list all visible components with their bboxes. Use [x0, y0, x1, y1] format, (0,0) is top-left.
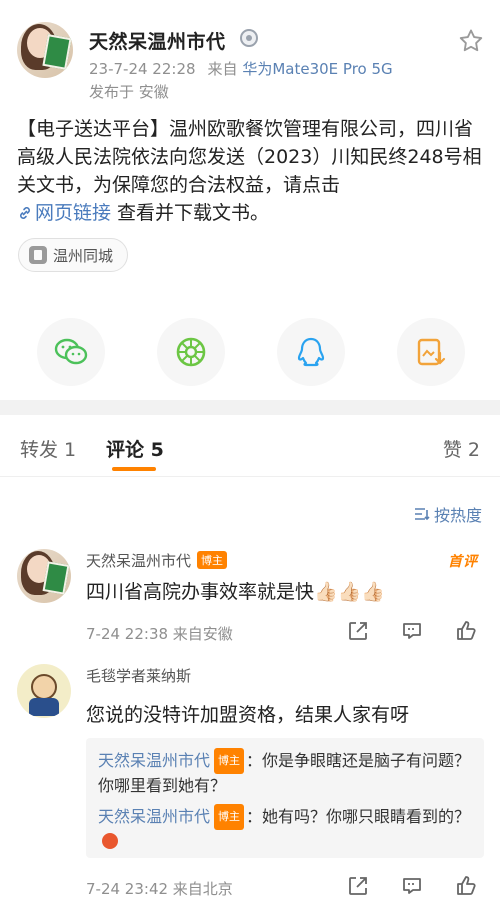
author-badge: 博主 [214, 804, 245, 830]
comment-item: 天然呆温州市代 博主 首评 四川省高院办事效率就是快👍🏻👍🏻👍🏻 7-24 22:… [0, 545, 500, 657]
comment-item: 毛毯学者莱纳斯 您说的没特许加盟资格，结果人家有呀 天然呆温州市代 博主 ：你是争眼… [0, 660, 500, 910]
comment-text[interactable]: 四川省高院办事效率就是快👍🏻👍🏻👍🏻 [86, 577, 385, 604]
first-comment-tag: 首评 [448, 554, 478, 570]
save-image-icon [417, 338, 446, 366]
reply-text: ：她有吗？你哪只眼睛看到的？ [246, 807, 471, 826]
comment-actions [346, 874, 478, 898]
post-body: 【电子送达平台】温州欧歌餐饮管理有限公司，四川省高级人民法院依法向您发送（202… [17, 115, 487, 227]
tab-like[interactable]: 赞 2 [443, 435, 480, 462]
commenter-avatar[interactable] [17, 549, 71, 603]
comment-time: 7-24 23:42 来自北京 [86, 880, 233, 898]
author-name[interactable]: 天然呆温州市代 [89, 27, 226, 54]
sort-by-hot-button[interactable]: 按热度 [414, 502, 482, 526]
reply-thread[interactable]: 天然呆温州市代 博主 ：你是争眼瞎还是脑子有问题？你哪里看到她有？ 天然呆温州市代博… [86, 738, 484, 858]
active-tab-indicator [112, 467, 156, 471]
commenter-name[interactable]: 毛毯学者莱纳斯 [86, 665, 191, 686]
post-meta: 23-7-24 22:28 来自 华为Mate30E Pro 5G [89, 58, 393, 79]
interaction-tabs: 转发 1 评论 5 赞 2 [0, 415, 500, 477]
like-icon[interactable] [454, 619, 478, 643]
location-chip[interactable]: 温州同城 [18, 238, 129, 272]
post-device[interactable]: 华为Mate30E Pro 5G [242, 60, 392, 78]
medal-icon[interactable] [240, 29, 258, 47]
favorite-star-icon[interactable] [457, 27, 485, 55]
post-time: 23-7-24 22:28 [89, 60, 196, 78]
section-divider [0, 400, 500, 415]
save-image-button[interactable] [397, 318, 465, 386]
location-label: 温州同城 [53, 246, 114, 265]
share-icon[interactable] [346, 874, 370, 898]
commenter-name[interactable]: 天然呆温州市代 博主 [86, 550, 228, 571]
web-link[interactable]: 网页链接 [17, 202, 111, 224]
moments-icon [176, 337, 206, 367]
commenter-avatar[interactable] [17, 664, 71, 718]
share-wechat-button[interactable] [37, 318, 105, 386]
author-badge: 博主 [214, 748, 245, 774]
post-body-text: 【电子送达平台】温州欧歌餐饮管理有限公司，四川省高级人民法院依法向您发送（202… [17, 118, 482, 196]
comment-actions [346, 619, 478, 643]
share-moments-button[interactable] [157, 318, 225, 386]
tab-repost[interactable]: 转发 1 [20, 435, 76, 462]
comment-time: 7-24 22:38 来自安徽 [86, 625, 233, 643]
sort-icon [414, 508, 430, 521]
like-icon[interactable] [454, 874, 478, 898]
from-prefix: 来自 [207, 60, 238, 78]
link-icon [20, 207, 30, 219]
reply-item[interactable]: 天然呆温州市代 博主 ：她有吗？你哪只眼睛看到的？ [98, 804, 472, 854]
reply-item[interactable]: 天然呆温州市代 博主 ：你是争眼瞎还是脑子有问题？你哪里看到她有？ [98, 748, 472, 798]
angry-emoji-icon [102, 833, 118, 849]
share-icon[interactable] [346, 619, 370, 643]
publish-location: 发布于 安徽 [89, 83, 169, 101]
sort-label: 按热度 [433, 506, 482, 525]
qq-icon [297, 337, 325, 367]
reply-icon[interactable] [400, 619, 424, 643]
building-icon [29, 246, 47, 264]
reply-author[interactable]: 天然呆温州市代 [98, 751, 210, 770]
wechat-icon [54, 338, 88, 365]
tab-comment[interactable]: 评论 5 [106, 435, 164, 462]
reply-author[interactable]: 天然呆温州市代 [98, 807, 210, 826]
comment-text[interactable]: 您说的没特许加盟资格，结果人家有呀 [86, 700, 409, 727]
post-body-suffix: 查看并下载文书。 [111, 202, 270, 224]
post-card: 天然呆温州市代 23-7-24 22:28 来自 华为Mate30E Pro 5G… [0, 0, 500, 400]
reply-icon[interactable] [400, 874, 424, 898]
author-avatar[interactable] [17, 22, 73, 78]
author-badge: 博主 [197, 551, 228, 569]
share-qq-button[interactable] [277, 318, 345, 386]
